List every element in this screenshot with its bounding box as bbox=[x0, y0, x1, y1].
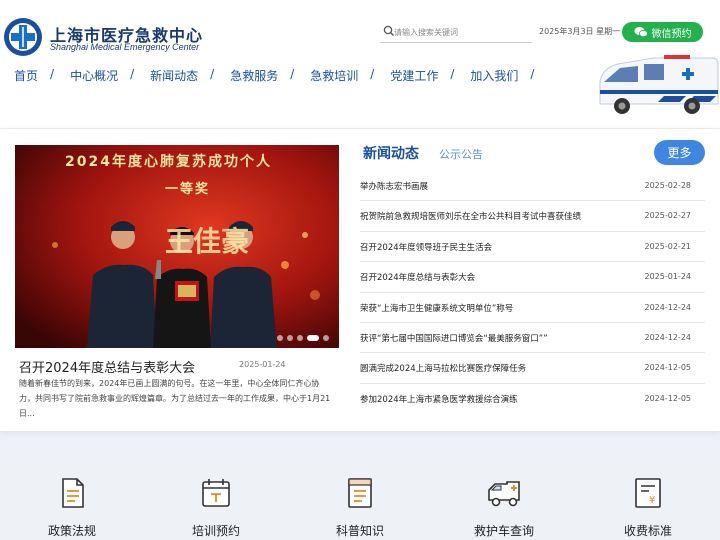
news-item-date: 2024-12-24 bbox=[644, 302, 692, 312]
carousel-dot[interactable] bbox=[287, 335, 293, 341]
service-label: 政策法规 bbox=[47, 524, 96, 538]
more-button[interactable]: 更多 bbox=[654, 140, 705, 165]
news-item-title[interactable]: 圆满完成2024上海马拉松比赛医疗保障任务 bbox=[360, 362, 526, 374]
document-icon bbox=[62, 478, 84, 508]
news-item-title[interactable]: 参加2024年上海市紧急医学救援综合演练 bbox=[360, 393, 518, 405]
news-item-date: 2025-01-24 bbox=[644, 272, 692, 282]
service-fees[interactable]: ¥ 收费标准 bbox=[608, 476, 688, 539]
wechat-icon bbox=[634, 27, 648, 38]
news-item-title[interactable]: 获评“第七届中国国际进口博览会“最美服务窗口”” bbox=[360, 332, 548, 344]
feature-title[interactable]: 召开2024年度总结与表彰大会 bbox=[19, 357, 195, 376]
logo-icon[interactable] bbox=[2, 16, 44, 58]
calendar-icon bbox=[202, 479, 230, 507]
service-label: 救护车查询 bbox=[473, 524, 534, 538]
news-item-title[interactable]: 荣获“上海市卫生健康系统文明单位”称号 bbox=[360, 302, 513, 314]
brand-name-en: Shanghai Medical Emergency Center bbox=[50, 42, 200, 52]
tab-notice[interactable]: 公示公告 bbox=[439, 146, 483, 162]
nav-training[interactable]: 急救培训 bbox=[310, 67, 358, 84]
nav-separator: / bbox=[450, 67, 455, 81]
carousel-dot[interactable] bbox=[297, 335, 303, 341]
news-card: 2024年度心肺复苏成功个人 一等奖 王佳豪 召开2024年度总结与表彰大会 2… bbox=[0, 129, 720, 431]
news-item-date: 2025-02-21 bbox=[644, 241, 692, 251]
nav-news[interactable]: 新闻动态 bbox=[150, 67, 198, 84]
news-item[interactable]: 参加2024年上海市紧急医学救援综合演练 2024-12-05 bbox=[360, 384, 705, 414]
nav-separator: / bbox=[210, 67, 215, 81]
tab-news[interactable]: 新闻动态 bbox=[363, 143, 419, 163]
news-item[interactable]: 祝贺院前急救规培医师刘乐在全市公共科目考试中喜获佳绩 2025-02-27 bbox=[360, 201, 705, 232]
ambulance-illustration bbox=[599, 55, 719, 114]
carousel-dot[interactable] bbox=[277, 335, 283, 341]
nav-join-us[interactable]: 加入我们 bbox=[470, 67, 518, 84]
news-item-date: 2024-12-05 bbox=[644, 393, 692, 403]
service-ambulance-query[interactable]: 救护车查询 bbox=[464, 476, 544, 539]
search-box bbox=[380, 21, 532, 43]
news-item-title[interactable]: 召开2024年度领导班子民主生活会 bbox=[360, 241, 492, 253]
nav-party-building[interactable]: 党建工作 bbox=[390, 67, 438, 84]
service-policy[interactable]: 政策法规 bbox=[32, 476, 112, 539]
news-item-title[interactable]: 召开2024年度总结与表彰大会 bbox=[360, 271, 475, 283]
service-shortcuts: 政策法规 培训预约 科普知识 救护车查询 ¥ 收费标准 bbox=[0, 440, 720, 540]
news-item-date: 2025-02-27 bbox=[644, 211, 692, 221]
photo-banner-text: 2024年度心肺复苏成功个人 bbox=[65, 154, 272, 170]
nav-separator: / bbox=[130, 67, 135, 81]
carousel-dots bbox=[277, 335, 329, 341]
wechat-booking-label: 微信预约 bbox=[651, 28, 692, 40]
ambulance-icon bbox=[488, 481, 520, 507]
feature-summary: 随着新春佳节的到来，2024年已画上圆满的句号。在这一年里，中心全体同仁齐心协力… bbox=[19, 379, 331, 418]
news-list: 举办陈志宏书画展 2025-02-28 祝贺院前急救规培医师刘乐在全市公共科目考试… bbox=[360, 171, 705, 414]
nav-home[interactable]: 首页 bbox=[14, 67, 38, 84]
book-icon bbox=[348, 478, 372, 508]
news-item-date: 2024-12-24 bbox=[644, 332, 692, 342]
current-date: 2025年3月3日 星期一 bbox=[539, 27, 621, 36]
news-item[interactable]: 获评“第七届中国国际进口博览会“最美服务窗口”” 2024-12-24 bbox=[360, 323, 705, 354]
photo-award-text: 一等奖 bbox=[165, 182, 211, 197]
carousel-dot[interactable] bbox=[323, 335, 329, 341]
nav-separator: / bbox=[530, 67, 535, 81]
wechat-booking-button[interactable]: 微信预约 bbox=[622, 22, 703, 42]
nav-about[interactable]: 中心概况 bbox=[70, 67, 118, 84]
service-label: 科普知识 bbox=[335, 524, 384, 538]
news-item[interactable]: 荣获“上海市卫生健康系统文明单位”称号 2024-12-24 bbox=[360, 293, 705, 323]
svg-text:¥: ¥ bbox=[649, 495, 655, 506]
nav-separator: / bbox=[50, 67, 55, 81]
nav-separator: / bbox=[290, 67, 295, 81]
feature-date: 2025-01-24 bbox=[239, 360, 286, 369]
nav-separator: / bbox=[370, 67, 375, 81]
news-item[interactable]: 圆满完成2024上海马拉松比赛医疗保障任务 2024-12-05 bbox=[360, 353, 705, 384]
search-input[interactable] bbox=[394, 23, 530, 41]
news-item-title[interactable]: 举办陈志宏书画展 bbox=[360, 180, 428, 192]
news-item-date: 2025-02-28 bbox=[644, 181, 692, 190]
news-item[interactable]: 举办陈志宏书画展 2025-02-28 bbox=[360, 171, 705, 202]
carousel-dot-active[interactable] bbox=[307, 335, 319, 341]
service-science[interactable]: 科普知识 bbox=[320, 476, 400, 539]
main-nav: 首页 / 中心概况 / 新闻动态 / 急救服务 / 急救培训 / 党建工作 / 加入我们 / bbox=[14, 67, 550, 84]
news-item-title[interactable]: 祝贺院前急救规培医师刘乐在全市公共科目考试中喜获佳绩 bbox=[360, 210, 581, 222]
fee-icon: ¥ bbox=[635, 478, 661, 508]
site-header: 上海市医疗急救中心 Shanghai Medical Emergency Cen… bbox=[0, 0, 720, 128]
photo-name-text: 王佳豪 bbox=[165, 225, 250, 258]
service-label: 培训预约 bbox=[191, 524, 240, 538]
service-label: 收费标准 bbox=[623, 524, 672, 538]
news-item[interactable]: 召开2024年度领导班子民主生活会 2025-02-21 bbox=[360, 232, 705, 263]
feature-photo[interactable]: 2024年度心肺复苏成功个人 一等奖 王佳豪 bbox=[15, 145, 339, 348]
service-training-booking[interactable]: 培训预约 bbox=[176, 476, 256, 539]
nav-emergency-services[interactable]: 急救服务 bbox=[230, 67, 278, 84]
news-item-date: 2024-12-05 bbox=[644, 363, 692, 373]
news-item[interactable]: 召开2024年度总结与表彰大会 2025-01-24 bbox=[360, 262, 705, 293]
